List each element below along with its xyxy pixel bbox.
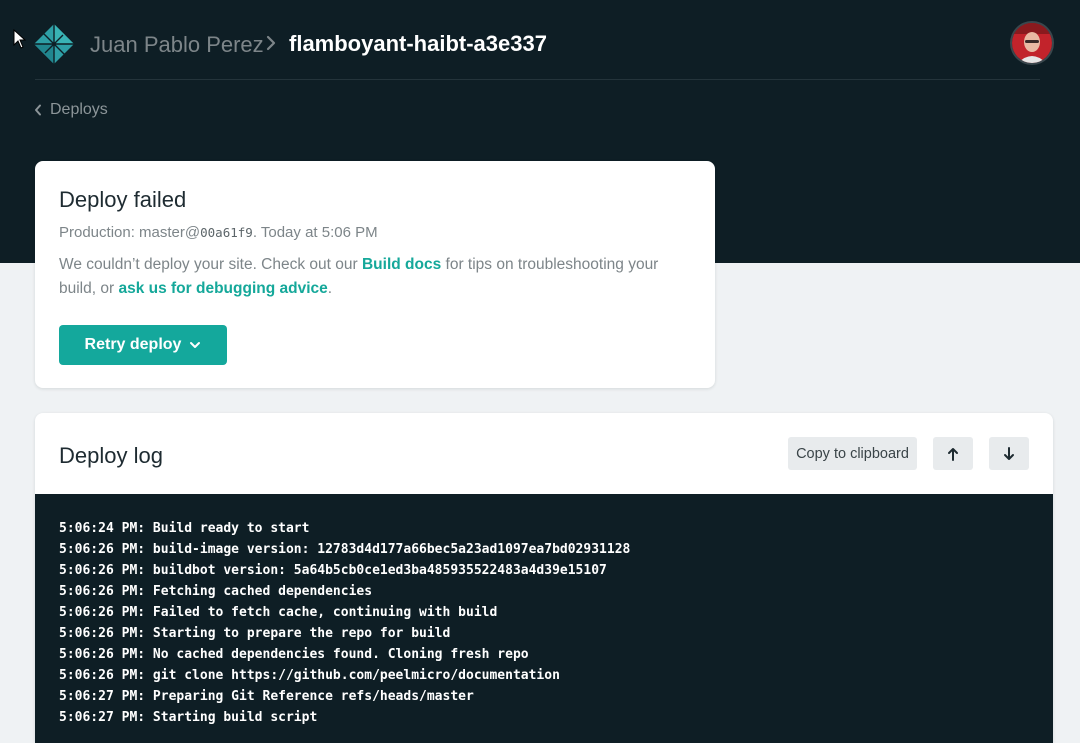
log-line: 5:06:26 PM: Starting to prepare the repo…: [59, 626, 451, 641]
chevron-right-icon: [266, 35, 276, 51]
avatar-photo-icon: [1012, 23, 1052, 63]
retry-deploy-label: Retry deploy: [84, 336, 182, 353]
breadcrumb-team-link[interactable]: Juan Pablo Perez: [90, 32, 264, 58]
top-header: Juan Pablo Perez flamboyant-haibt-a3e337: [0, 0, 1080, 88]
arrow-up-icon: [948, 447, 958, 461]
arrow-down-icon: [1004, 446, 1014, 460]
log-line: 5:06:26 PM: git clone https://github.com…: [59, 668, 560, 683]
message-text-3: .: [327, 280, 333, 297]
log-line: 5:06:26 PM: build-image version: 12783d4…: [59, 542, 631, 557]
log-line: 5:06:26 PM: buildbot version: 5a64b5cb0c…: [59, 563, 607, 578]
chevron-left-icon: [35, 104, 41, 116]
deploy-failure-message: We couldn’t deploy your site. Check out …: [59, 253, 689, 301]
log-line: 5:06:26 PM: Failed to fetch cache, conti…: [59, 605, 498, 620]
deploy-log-card: Deploy log Copy to clipboard 5:06:24 PM:…: [35, 413, 1053, 743]
deploy-status-title: Deploy failed: [59, 187, 187, 212]
message-text-1: We couldn’t deploy your site. Check out …: [59, 256, 362, 273]
debugging-advice-link[interactable]: ask us for debugging advice: [118, 280, 327, 297]
deploy-meta-suffix: . Today at 5:06 PM: [252, 224, 378, 241]
retry-deploy-button[interactable]: Retry deploy: [59, 325, 227, 365]
netlify-logo-icon[interactable]: [33, 23, 75, 65]
log-line: 5:06:24 PM: Build ready to start: [59, 521, 310, 536]
deploy-meta: Production: master@00a61f9. Today at 5:0…: [59, 224, 378, 241]
deploy-status-card: Deploy failed Production: master@00a61f9…: [35, 161, 715, 388]
chevron-down-icon: [190, 342, 201, 348]
build-docs-link[interactable]: Build docs: [362, 256, 441, 273]
back-to-deploys-link[interactable]: Deploys: [34, 99, 108, 121]
scroll-to-bottom-button[interactable]: [989, 437, 1029, 470]
deploy-log-output[interactable]: 5:06:24 PM: Build ready to start 5:06:26…: [35, 494, 1053, 743]
commit-hash-link[interactable]: 00a61f9: [200, 225, 253, 240]
log-line: 5:06:26 PM: No cached dependencies found…: [59, 647, 529, 662]
log-line: 5:06:26 PM: Fetching cached dependencies: [59, 584, 373, 599]
deploy-meta-prefix: Production: master@: [59, 224, 201, 241]
log-line: 5:06:27 PM: Preparing Git Reference refs…: [59, 689, 474, 704]
back-link-label: Deploys: [50, 101, 108, 118]
header-divider: [35, 79, 1040, 80]
scroll-to-top-button[interactable]: [933, 437, 973, 470]
copy-to-clipboard-button[interactable]: Copy to clipboard: [788, 437, 917, 470]
breadcrumb-site-name[interactable]: flamboyant-haibt-a3e337: [289, 31, 547, 57]
log-line: 5:06:27 PM: Starting build script: [59, 710, 318, 725]
deploy-log-title: Deploy log: [59, 443, 163, 468]
user-avatar[interactable]: [1012, 23, 1052, 63]
